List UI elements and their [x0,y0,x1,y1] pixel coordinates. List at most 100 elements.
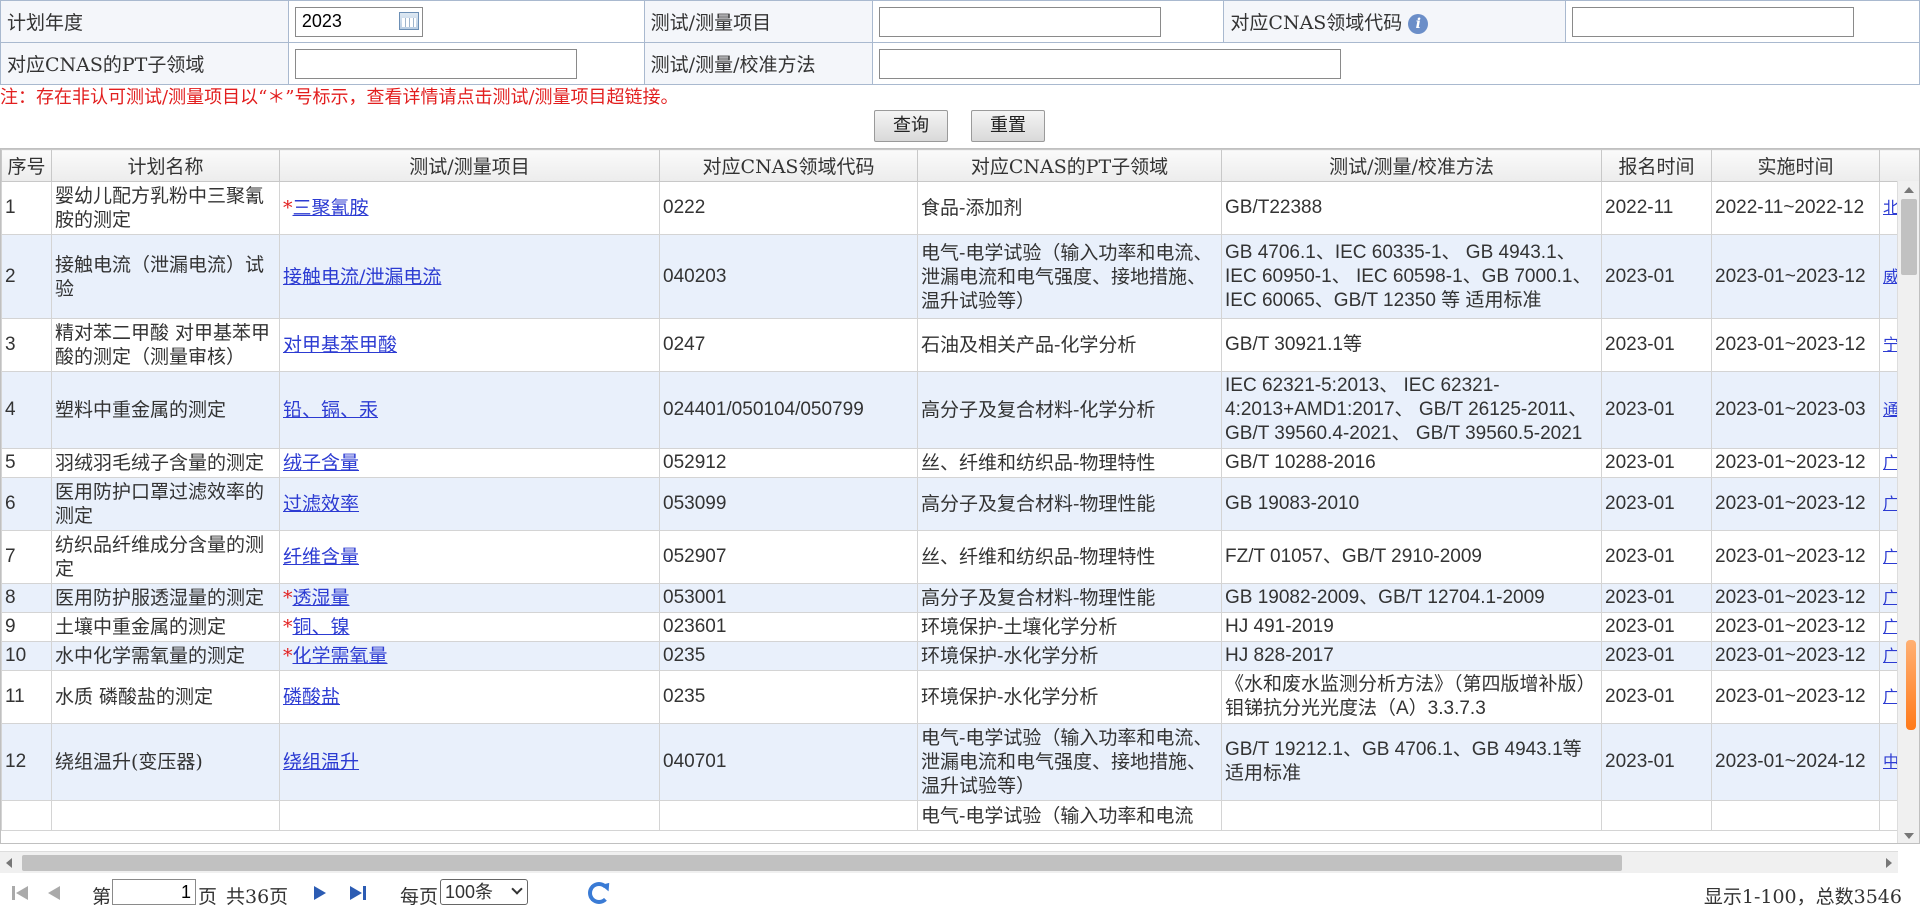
test-item-cell: 过滤效率 [279,477,660,531]
row-number: 1 [1,181,52,235]
col-header-extra[interactable] [1879,149,1919,182]
pt-subfield: 环境保护-水化学分析 [917,641,1222,671]
note-text: 注：存在非认可测试/测量项目以“＊”号标示，查看详情请点击测试/测量项目超链接。 [0,87,679,108]
table-row[interactable]: 2 接触电流（泄漏电流）试验 接触电流/泄漏电流 040203 电气-电学试验（输入功率… [1,234,1919,319]
reset-button[interactable]: 重置 [971,110,1045,142]
plan-name: 医用防护口罩过滤效率的测定 [51,477,280,531]
cnas-code-input[interactable] [1572,6,1855,37]
plan-name: 医用防护服透湿量的测定 [51,583,280,613]
scroll-up-icon[interactable] [1904,187,1914,193]
table-row[interactable]: 11 水质 磷酸盐的测定 磷酸盐 0235 环境保护-水化学分析 《水和废水监测分析方法》… [1,670,1919,724]
test-item-link[interactable]: 绕组温升 [283,751,359,773]
chevron-down-icon [511,883,523,895]
table-row[interactable]: 10 水中化学需氧量的测定 *化学需氧量 0235 环境保护-水化学分析 HJ 828-2… [1,641,1919,671]
test-item-cell: 接触电流/泄漏电流 [279,234,660,319]
plan-name: 婴幼儿配方乳粉中三聚氰胺的测定 [51,181,280,235]
test-item-link[interactable]: 铅、镉、汞 [283,399,378,421]
table-row[interactable]: 1 婴幼儿配方乳粉中三聚氰胺的测定 *三聚氰胺 0222 食品-添加剂 GB/T22388… [1,181,1919,235]
pt-subfield: 电气-电学试验（输入功率和电流 [917,800,1222,831]
side-widget-handle[interactable] [1906,640,1916,730]
per-page-label: 每页 [400,886,439,908]
table-row[interactable]: 4 塑料中重金属的测定 铅、镉、汞 024401/050104/050799 高分子及复… [1,371,1919,449]
registration-time: 2023-01 [1601,318,1712,372]
last-page-icon[interactable] [350,886,368,900]
plan-name: 绕组温升(变压器) [51,723,280,801]
scroll-right-icon[interactable] [1886,858,1892,868]
table-row[interactable]: 电气-电学试验（输入功率和电流 [1,800,1919,831]
col-header-impl[interactable]: 实施时间 [1711,149,1880,182]
registration-time: 2022-11 [1601,181,1712,235]
pt-subfield: 丝、纤维和纺织品-物理特性 [917,448,1222,478]
year-picker[interactable] [294,6,423,37]
table-row[interactable]: 7 纺织品纤维成分含量的测定 纤维含量 052907 丝、纤维和纺织品-物理特性 FZ/T… [1,530,1919,584]
horizontal-scroll-thumb[interactable] [22,855,1622,871]
implementation-time: 2023-01~2024-12 [1711,723,1880,801]
info-icon[interactable]: i [1408,14,1429,34]
test-item-link[interactable]: 铜、镍 [293,616,350,638]
first-page-icon[interactable] [12,886,30,900]
cnas-code: 053099 [659,477,918,531]
table-row[interactable]: 5 羽绒羽毛绒子含量的测定 绒子含量 052912 丝、纤维和纺织品-物理特性 GB/T … [1,448,1919,478]
row-number: 3 [1,318,52,372]
vertical-scroll-thumb[interactable] [1901,199,1917,275]
plan-name: 接触电流（泄漏电流）试验 [51,234,280,319]
horizontal-scrollbar[interactable] [0,851,1898,873]
implementation-time: 2023-01~2023-12 [1711,234,1880,319]
row-number: 7 [1,530,52,584]
col-header-name[interactable]: 计划名称 [51,149,280,182]
per-page-select[interactable]: 100条 [440,879,528,905]
col-header-pt[interactable]: 对应CNAS的PT子领域 [917,149,1222,182]
col-header-code[interactable]: 对应CNAS领域代码 [659,149,918,182]
test-item-link[interactable]: 三聚氰胺 [293,197,369,219]
col-header-item[interactable]: 测试/测量项目 [279,149,660,182]
search-form: 计划年度 测试/测量项目 对应CNAS领域代码i 对应CNAS的PT子领域 测试… [0,0,1920,85]
test-method: GB 19083-2010 [1221,477,1602,531]
next-page-icon[interactable] [314,886,328,900]
refresh-icon[interactable] [588,882,610,904]
test-method [1221,800,1602,831]
plan-name [51,800,280,831]
table-row[interactable]: 9 土壤中重金属的测定 *铜、镍 023601 环境保护-土壤化学分析 HJ 491-20… [1,612,1919,642]
registration-time: 2023-01 [1601,641,1712,671]
pt-input[interactable] [294,48,577,79]
implementation-time: 2023-01~2023-12 [1711,583,1880,613]
vertical-scrollbar[interactable] [1897,181,1919,843]
cnas-code: 0235 [659,670,918,724]
test-item-link[interactable]: 接触电流/泄漏电流 [283,266,441,288]
table-row[interactable]: 6 医用防护口罩过滤效率的测定 过滤效率 053099 高分子及复合材料-物理性能 GB … [1,477,1919,531]
col-header-no[interactable]: 序号 [1,149,52,182]
table-row[interactable]: 12 绕组温升(变压器) 绕组温升 040701 电气-电学试验（输入功率和电流、泄漏电… [1,723,1919,801]
row-number: 12 [1,723,52,801]
query-button[interactable]: 查询 [874,110,948,142]
project-input[interactable] [878,6,1161,37]
calendar-icon[interactable] [398,11,419,30]
test-item-link[interactable]: 纤维含量 [283,546,359,568]
table-row[interactable]: 8 医用防护服透湿量的测定 *透湿量 053001 高分子及复合材料-物理性能 GB 19… [1,583,1919,613]
col-header-reg[interactable]: 报名时间 [1601,149,1712,182]
pt-subfield: 高分子及复合材料-物理性能 [917,583,1222,613]
implementation-time: 2023-01~2023-12 [1711,612,1880,642]
prev-page-icon[interactable] [48,886,62,900]
table-row[interactable]: 3 精对苯二甲酸 对甲基苯甲酸的测定（测量审核） 对甲基苯甲酸 0247 石油及相关产品… [1,318,1919,372]
data-grid: 序号 计划名称 测试/测量项目 对应CNAS领域代码 对应CNAS的PT子领域 … [0,148,1920,844]
test-item-link[interactable]: 磷酸盐 [283,686,340,708]
cnas-code: 0247 [659,318,918,372]
test-item-link[interactable]: 过滤效率 [283,493,359,515]
method-input[interactable] [878,48,1341,79]
page-number-input[interactable] [112,879,196,905]
test-item-link[interactable]: 透湿量 [293,587,350,609]
scroll-left-icon[interactable] [6,858,12,868]
test-method: HJ 491-2019 [1221,612,1602,642]
test-item-link[interactable]: 化学需氧量 [293,645,388,667]
registration-time: 2023-01 [1601,723,1712,801]
plan-name: 土壤中重金属的测定 [51,612,280,642]
test-item-link[interactable]: 对甲基苯甲酸 [283,334,397,356]
registration-time: 2023-01 [1601,477,1712,531]
col-header-method[interactable]: 测试/测量/校准方法 [1221,149,1602,182]
cnas-code: 0235 [659,641,918,671]
plan-name: 水中化学需氧量的测定 [51,641,280,671]
page-prefix: 第 [92,886,112,908]
scroll-down-icon[interactable] [1904,833,1914,839]
registration-time: 2023-01 [1601,371,1712,449]
test-item-link[interactable]: 绒子含量 [283,452,359,474]
